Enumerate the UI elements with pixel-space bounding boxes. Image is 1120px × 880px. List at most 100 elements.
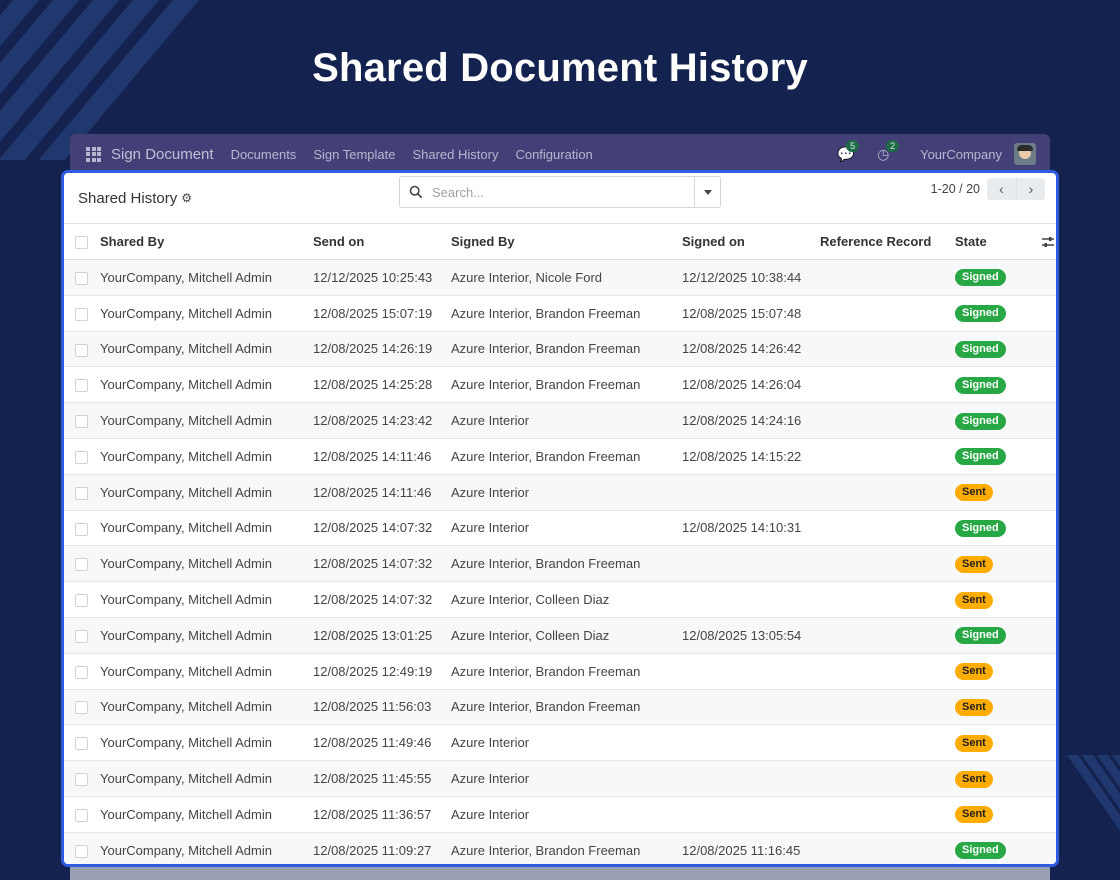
- row-checkbox[interactable]: [64, 689, 100, 725]
- cell-signed-by: Azure Interior: [451, 413, 530, 429]
- row-checkbox[interactable]: [64, 582, 100, 618]
- cell-state: Sent: [955, 725, 1037, 761]
- search-input[interactable]: [432, 184, 694, 200]
- cell-send-on: 12/08/2025 13:01:25: [313, 627, 433, 643]
- gear-icon[interactable]: ⚙: [181, 191, 192, 205]
- column-header-signed-on[interactable]: Signed on: [682, 224, 820, 260]
- cell-empty: [1037, 474, 1056, 510]
- row-checkbox[interactable]: [64, 832, 100, 864]
- row-checkbox[interactable]: [64, 761, 100, 797]
- table-row[interactable]: YourCompany, Mitchell Admin 12/08/2025 11…: [64, 760, 1056, 797]
- page-title: Shared History: [78, 189, 178, 207]
- cell-signed-by: Azure Interior, Brandon Freeman: [451, 341, 641, 357]
- cell-shared-by: YourCompany, Mitchell Admin: [100, 735, 272, 751]
- control-panel: Shared History ⚙ 1-20 / 20 ‹ ›: [64, 173, 1056, 223]
- cell-signed-on: 12/08/2025 14:26:42: [682, 341, 802, 357]
- cell-signed-by: Azure Interior: [451, 484, 530, 500]
- menu-configuration[interactable]: Configuration: [515, 147, 592, 162]
- activities-button[interactable]: ◷ 2: [877, 140, 900, 162]
- table-row[interactable]: YourCompany, Mitchell Admin 12/08/2025 11…: [64, 796, 1056, 833]
- cell-signed-by: Azure Interior, Colleen Diaz: [451, 627, 610, 643]
- menu-sign-template[interactable]: Sign Template: [313, 147, 395, 162]
- row-checkbox[interactable]: [64, 653, 100, 689]
- column-header-signed-by[interactable]: Signed By: [451, 224, 682, 260]
- row-checkbox[interactable]: [64, 546, 100, 582]
- company-switcher[interactable]: YourCompany: [920, 147, 1002, 162]
- search-options-toggle[interactable]: [694, 177, 720, 207]
- cell-signed-by: Azure Interior, Brandon Freeman: [451, 699, 641, 715]
- status-badge: Signed: [955, 627, 1006, 645]
- cell-send-on: 12/08/2025 14:25:28: [313, 377, 433, 393]
- cell-reference-record: [820, 260, 955, 296]
- cell-reference-record: [820, 796, 955, 832]
- row-checkbox[interactable]: [64, 474, 100, 510]
- messages-button[interactable]: 💬 5: [837, 140, 860, 162]
- pager-next-button[interactable]: ›: [1016, 178, 1045, 200]
- row-checkbox[interactable]: [64, 367, 100, 403]
- pager-value[interactable]: 1-20 / 20: [931, 182, 980, 196]
- table-row[interactable]: YourCompany, Mitchell Admin 12/08/2025 14…: [64, 581, 1056, 618]
- cell-send-on: 12/08/2025 11:36:57: [313, 806, 432, 822]
- apps-grid-icon[interactable]: [86, 146, 101, 162]
- cell-shared-by: YourCompany, Mitchell Admin: [100, 520, 272, 536]
- table-row[interactable]: YourCompany, Mitchell Admin 12/08/2025 11…: [64, 724, 1056, 761]
- cell-reference-record: [820, 403, 955, 439]
- cell-state: Sent: [955, 474, 1037, 510]
- table-row[interactable]: YourCompany, Mitchell Admin 12/08/2025 15…: [64, 295, 1056, 332]
- status-badge: Signed: [955, 269, 1006, 287]
- row-checkbox[interactable]: [64, 617, 100, 653]
- cell-signed-by: Azure Interior: [451, 806, 530, 822]
- decorative-stripes-bottom-right: [1050, 755, 1120, 845]
- row-checkbox[interactable]: [64, 796, 100, 832]
- row-checkbox[interactable]: [64, 260, 100, 296]
- menu-shared-history[interactable]: Shared History: [412, 147, 498, 162]
- row-checkbox[interactable]: [64, 510, 100, 546]
- table-row[interactable]: YourCompany, Mitchell Admin 12/08/2025 14…: [64, 366, 1056, 403]
- search-bar: [399, 176, 721, 208]
- cell-empty: [1037, 546, 1056, 582]
- select-all-checkbox[interactable]: [64, 224, 100, 260]
- cell-empty: [1037, 796, 1056, 832]
- column-header-reference-record[interactable]: Reference Record: [820, 224, 955, 260]
- status-badge: Sent: [955, 806, 993, 824]
- table-row[interactable]: YourCompany, Mitchell Admin 12/12/2025 10…: [64, 259, 1056, 296]
- cell-signed-on: 12/08/2025 13:05:54: [682, 627, 802, 643]
- cell-signed-on: [682, 546, 820, 582]
- row-checkbox[interactable]: [64, 331, 100, 367]
- status-badge: Signed: [955, 519, 1006, 537]
- status-badge: Sent: [955, 591, 993, 609]
- cell-state: Sent: [955, 796, 1037, 832]
- cell-reference-record: [820, 331, 955, 367]
- status-badge: Signed: [955, 842, 1006, 860]
- table-row[interactable]: YourCompany, Mitchell Admin 12/08/2025 14…: [64, 545, 1056, 582]
- cell-send-on: 12/08/2025 14:07:32: [313, 556, 433, 572]
- table-row[interactable]: YourCompany, Mitchell Admin 12/08/2025 14…: [64, 438, 1056, 475]
- pager-previous-button[interactable]: ‹: [987, 178, 1016, 200]
- table-row[interactable]: YourCompany, Mitchell Admin 12/08/2025 14…: [64, 331, 1056, 367]
- table-row[interactable]: YourCompany, Mitchell Admin 12/08/2025 12…: [64, 653, 1056, 690]
- table-row[interactable]: YourCompany, Mitchell Admin 12/08/2025 14…: [64, 474, 1056, 511]
- cell-send-on: 12/08/2025 14:23:42: [313, 413, 433, 429]
- row-checkbox[interactable]: [64, 725, 100, 761]
- table-row[interactable]: YourCompany, Mitchell Admin 12/08/2025 11…: [64, 832, 1056, 864]
- row-checkbox[interactable]: [64, 438, 100, 474]
- cell-empty: [1037, 403, 1056, 439]
- cell-reference-record: [820, 617, 955, 653]
- table-row[interactable]: YourCompany, Mitchell Admin 12/08/2025 14…: [64, 402, 1056, 439]
- optional-columns-icon[interactable]: [1037, 224, 1056, 260]
- table-row[interactable]: YourCompany, Mitchell Admin 12/08/2025 13…: [64, 617, 1056, 654]
- menu-documents[interactable]: Documents: [231, 147, 297, 162]
- row-checkbox[interactable]: [64, 295, 100, 331]
- column-header-state[interactable]: State: [955, 224, 1037, 260]
- app-name[interactable]: Sign Document: [111, 146, 214, 163]
- cell-state: Sent: [955, 689, 1037, 725]
- cell-signed-by: Azure Interior, Colleen Diaz: [451, 592, 610, 608]
- table-row[interactable]: YourCompany, Mitchell Admin 12/08/2025 11…: [64, 689, 1056, 725]
- column-header-shared-by[interactable]: Shared By: [100, 224, 313, 260]
- cell-signed-on: 12/08/2025 14:10:31: [682, 520, 802, 536]
- user-avatar[interactable]: [1014, 143, 1036, 165]
- table-row[interactable]: YourCompany, Mitchell Admin 12/08/2025 14…: [64, 510, 1056, 546]
- row-checkbox[interactable]: [64, 403, 100, 439]
- cell-signed-on: [682, 796, 820, 832]
- column-header-send-on[interactable]: Send on: [313, 224, 451, 260]
